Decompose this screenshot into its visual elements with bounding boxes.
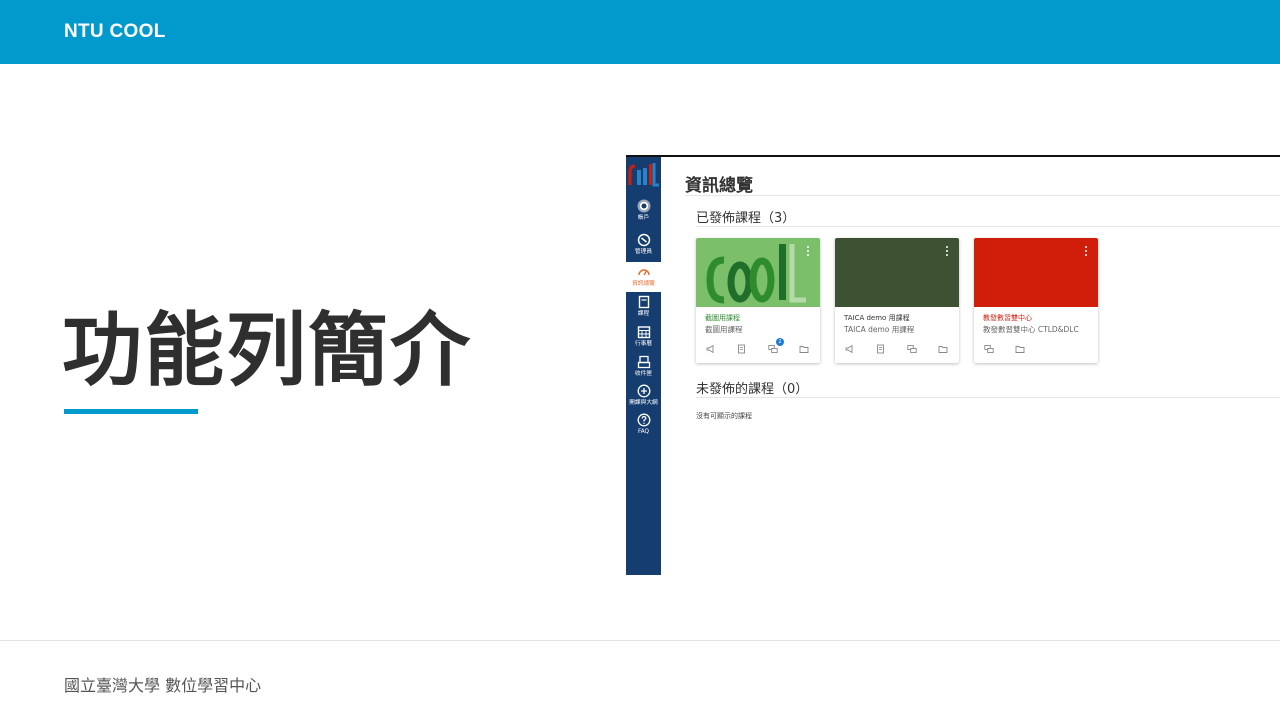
course-card-hero[interactable] xyxy=(696,238,820,307)
top-banner: NTU COOL xyxy=(0,0,1280,64)
nav-label: 管理員 xyxy=(634,248,653,255)
dashboard-icon xyxy=(637,269,650,276)
cool-logo-icon xyxy=(706,244,806,304)
folder-icon[interactable] xyxy=(1015,344,1025,354)
page-title: 資訊總覽 xyxy=(685,176,753,196)
course-code: TAICA demo 用課程 xyxy=(844,325,915,334)
course-card-hero[interactable] xyxy=(974,238,1098,307)
nav-courses[interactable]: 課程 xyxy=(626,295,661,318)
nav-calendar[interactable]: 行事曆 xyxy=(626,325,661,348)
published-heading: 已發佈課程（3） xyxy=(696,211,796,226)
course-card-hero[interactable] xyxy=(835,238,959,307)
nav-faq[interactable]: FAQ xyxy=(626,413,661,436)
shield-icon xyxy=(637,233,650,247)
course-code: 教發數習雙中心 CTLD&DLC xyxy=(983,325,1079,334)
nav-label: 開課與大綱 xyxy=(629,399,658,406)
announcement-icon[interactable] xyxy=(706,344,716,354)
course-name[interactable]: TAICA demo 用課程 xyxy=(844,313,910,323)
empty-courses-message: 沒有可顯示的課程 xyxy=(696,412,752,420)
nav-admin[interactable]: 管理員 xyxy=(626,233,661,256)
discussion-icon[interactable] xyxy=(768,344,778,354)
nav-inbox[interactable]: 收件匣 xyxy=(626,355,661,378)
card-options-icon[interactable] xyxy=(943,246,951,260)
course-card[interactable]: 教發數習雙中心 教發數習雙中心 CTLD&DLC xyxy=(974,238,1098,363)
plus-circle-icon xyxy=(637,384,650,398)
title-underline xyxy=(64,409,198,414)
course-card[interactable]: TAICA demo 用課程 TAICA demo 用課程 xyxy=(835,238,959,363)
nav-course-create[interactable]: 開課與大綱 xyxy=(626,384,661,407)
folder-icon[interactable] xyxy=(799,344,809,354)
course-code: 截圖用課程 xyxy=(705,325,743,334)
assignment-icon[interactable] xyxy=(737,344,747,354)
account-icon xyxy=(637,199,650,213)
card-options-icon[interactable] xyxy=(804,246,812,260)
divider xyxy=(696,226,1280,227)
nav-label: 資訊總覽 xyxy=(632,280,655,287)
course-name[interactable]: 截圖用課程 xyxy=(705,313,740,323)
divider xyxy=(685,195,1280,196)
inbox-icon xyxy=(637,355,650,369)
unread-badge: 2 xyxy=(776,338,784,346)
calendar-icon xyxy=(637,326,650,339)
discussion-icon[interactable] xyxy=(984,344,994,354)
assignment-icon[interactable] xyxy=(876,344,886,354)
nav-label: 帳戶 xyxy=(637,214,650,221)
nav-label: 課程 xyxy=(637,310,650,317)
dashboard-main: 資訊總覽 已發佈課程（3） 截圖用課程 截圖用課程 2 TAICA demo 用… xyxy=(661,157,1280,575)
announcement-icon[interactable] xyxy=(845,344,855,354)
help-icon xyxy=(637,413,650,427)
discussion-icon[interactable] xyxy=(907,344,917,354)
footer-org: 國立臺灣大學 數位學習中心 xyxy=(64,676,262,695)
nav-label: 收件匣 xyxy=(634,370,653,377)
screenshot-panel: 帳戶 管理員 資訊總覽 課程 行事曆 收件匣 開課與大綱 FAQ 資訊總覽 已發… xyxy=(626,155,1280,575)
unpublished-heading: 未發佈的課程（0） xyxy=(696,382,809,397)
global-nav: 帳戶 管理員 資訊總覽 課程 行事曆 收件匣 開課與大綱 FAQ xyxy=(626,157,661,575)
nav-account[interactable]: 帳戶 xyxy=(626,199,661,222)
cool-logo-icon[interactable] xyxy=(627,160,660,190)
brand-title: NTU COOL xyxy=(64,21,166,42)
folder-icon[interactable] xyxy=(938,344,948,354)
slide-title: 功能列簡介 xyxy=(62,304,472,397)
book-icon xyxy=(638,295,649,309)
card-options-icon[interactable] xyxy=(1082,246,1090,260)
nav-label: FAQ xyxy=(637,428,650,435)
course-name[interactable]: 教發數習雙中心 xyxy=(983,313,1032,323)
footer-divider xyxy=(0,640,1280,641)
divider xyxy=(696,397,1280,398)
course-card[interactable]: 截圖用課程 截圖用課程 2 xyxy=(696,238,820,363)
nav-label: 行事曆 xyxy=(634,340,653,347)
nav-dashboard[interactable]: 資訊總覽 xyxy=(626,262,661,292)
